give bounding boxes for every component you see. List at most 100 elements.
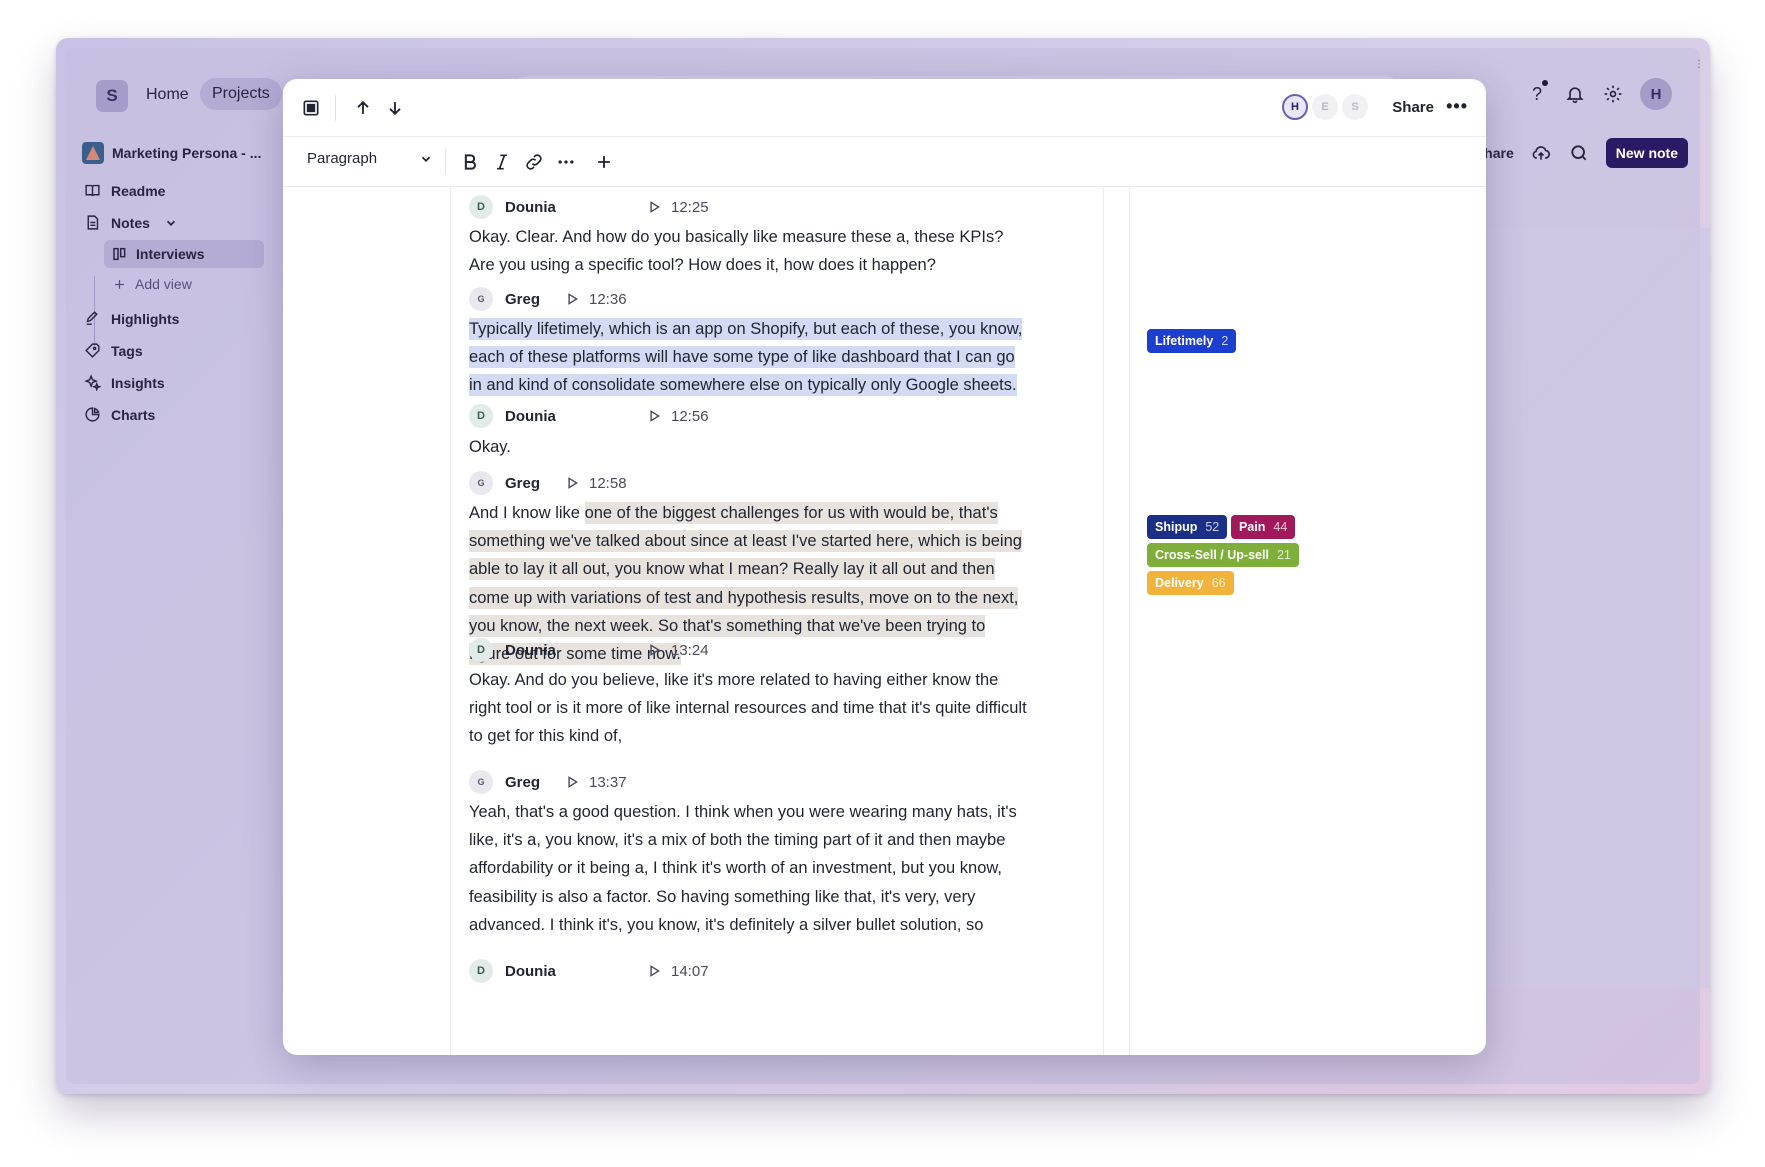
bold-icon[interactable] [457,149,483,175]
speaker-avatar: D [469,638,493,662]
header-divider [335,95,336,121]
window-drag-handle-icon[interactable]: ⋮ [1694,60,1704,78]
highlight-lifetimely[interactable]: Typically lifetimely, which is an app on… [469,318,1023,397]
play-icon[interactable] [565,775,579,789]
speaker-name: Greg [505,773,541,791]
sidebar-item-insights[interactable]: Insights [84,374,165,391]
presence-avatar[interactable]: S [1342,94,1368,120]
tag-cross-sell-up-sell[interactable]: Cross-Sell / Up-sell 21 [1147,543,1299,567]
speaker-row: G Greg 12:36 [469,287,627,311]
new-note-button[interactable]: New note [1605,138,1688,168]
sidebar-add-view[interactable]: Add view [112,276,192,292]
speaker-name: Greg [505,474,541,492]
sidebar-item-label: Insights [111,374,165,391]
play-icon[interactable] [565,292,579,306]
tag-label: Lifetimely [1155,334,1214,348]
sidebar-item-interviews[interactable]: Interviews [104,240,264,268]
sidebar-item-tags[interactable]: Tags [84,342,143,359]
help-glyph: ? [1531,83,1542,104]
transcript-paragraph[interactable]: Okay. [469,433,1029,461]
arrow-down-icon[interactable] [383,96,407,120]
column-divider [450,187,451,1055]
play-icon[interactable] [565,476,579,490]
bell-icon[interactable] [1564,83,1586,105]
timestamp[interactable]: 12:58 [589,475,627,492]
transcript-paragraph[interactable]: Okay. Clear. And how do you basically li… [469,223,1029,279]
cloud-upload-icon[interactable] [1530,142,1552,164]
speaker-name: Dounia [505,962,556,980]
play-icon[interactable] [647,643,661,657]
presence-avatar[interactable]: H [1282,94,1308,120]
book-icon [85,184,100,197]
tag-label: Cross-Sell / Up-sell [1155,548,1269,562]
speaker-avatar: G [469,770,493,794]
modal-share-button[interactable]: Share [1392,99,1434,116]
sidebar-item-readme[interactable]: Readme [84,182,165,199]
timestamp[interactable]: 14:07 [671,963,709,980]
transcript-paragraph[interactable]: Yeah, that's a good question. I think wh… [469,798,1035,939]
sidebar-item-notes[interactable]: Notes [84,214,178,231]
speaker-name: Greg [505,290,541,308]
sidebar-item-label: Charts [111,406,156,423]
sidebar-item-charts[interactable]: Charts [84,406,155,423]
workspace-avatar[interactable]: S [96,80,128,112]
tag-icon [85,343,100,358]
timestamp[interactable]: 12:36 [589,291,627,308]
help-icon[interactable]: ? [1526,80,1548,105]
highlighter-icon [86,311,98,325]
play-icon[interactable] [647,200,661,214]
more-formatting-icon[interactable] [553,149,579,175]
insert-plus-icon[interactable] [591,149,617,175]
project-selector[interactable]: Marketing Persona - ... [82,142,261,164]
chevron-down-icon [421,156,431,162]
modal-header: H E S Share ••• [283,79,1486,137]
tag-label: Shipup [1155,520,1198,534]
sidebar-item-label: Notes [111,214,150,231]
project-logo [82,142,104,164]
more-icon[interactable]: ••• [1446,96,1468,117]
transcript-paragraph[interactable]: Typically lifetimely, which is an app on… [469,315,1029,400]
italic-icon[interactable] [489,149,515,175]
sparkle-icon [84,374,101,391]
timestamp[interactable]: 13:37 [589,774,627,791]
user-avatar[interactable]: H [1640,78,1672,110]
page-actions: Share New note [1475,138,1688,168]
tag-delivery[interactable]: Delivery 66 [1147,571,1234,595]
sidebar-toggle-icon[interactable] [299,96,323,120]
nav-home[interactable]: Home [146,86,189,104]
tag-pain[interactable]: Pain 44 [1231,515,1296,539]
paragraph-style-value: Paragraph [307,150,378,167]
sidebar-item-label: Readme [111,182,166,199]
play-icon[interactable] [647,964,661,978]
timestamp[interactable]: 12:56 [671,408,709,425]
nav-projects[interactable]: Projects [200,78,282,110]
paragraph-style-select[interactable]: Paragraph [307,150,433,167]
search-icon[interactable] [1568,142,1590,164]
arrow-up-icon[interactable] [351,96,375,120]
speaker-avatar: G [469,287,493,311]
play-icon[interactable] [647,409,661,423]
speaker-name: Dounia [505,407,556,425]
timestamp[interactable]: 12:25 [671,199,709,216]
speaker-row: G Greg 12:58 [469,471,627,495]
link-icon[interactable] [521,149,547,175]
toolbar-divider [445,149,446,175]
paragraph-text: And I know like [469,504,585,522]
timestamp[interactable]: 13:24 [671,642,709,659]
sidebar: Marketing Persona - ... Readme Notes Int… [66,132,304,1092]
plus-icon [115,279,124,289]
speaker-row: D Dounia 13:24 [469,638,709,662]
presence-avatar[interactable]: E [1312,94,1338,120]
column-divider [1129,187,1130,1055]
tag-shipup[interactable]: Shipup 52 [1147,515,1228,539]
tag-count: 66 [1211,576,1226,590]
gear-icon[interactable] [1602,83,1624,105]
presence-avatars: H E S [1282,94,1368,120]
chevron-down-icon[interactable] [164,216,178,230]
transcript-paragraph[interactable]: Okay. And do you believe, like it's more… [469,666,1029,751]
help-notification-dot [1542,80,1548,86]
sidebar-item-highlights[interactable]: Highlights [84,310,179,327]
tag-lifetimely[interactable]: Lifetimely 2 [1147,329,1237,353]
speaker-avatar: D [469,404,493,428]
note-icon [87,215,99,230]
